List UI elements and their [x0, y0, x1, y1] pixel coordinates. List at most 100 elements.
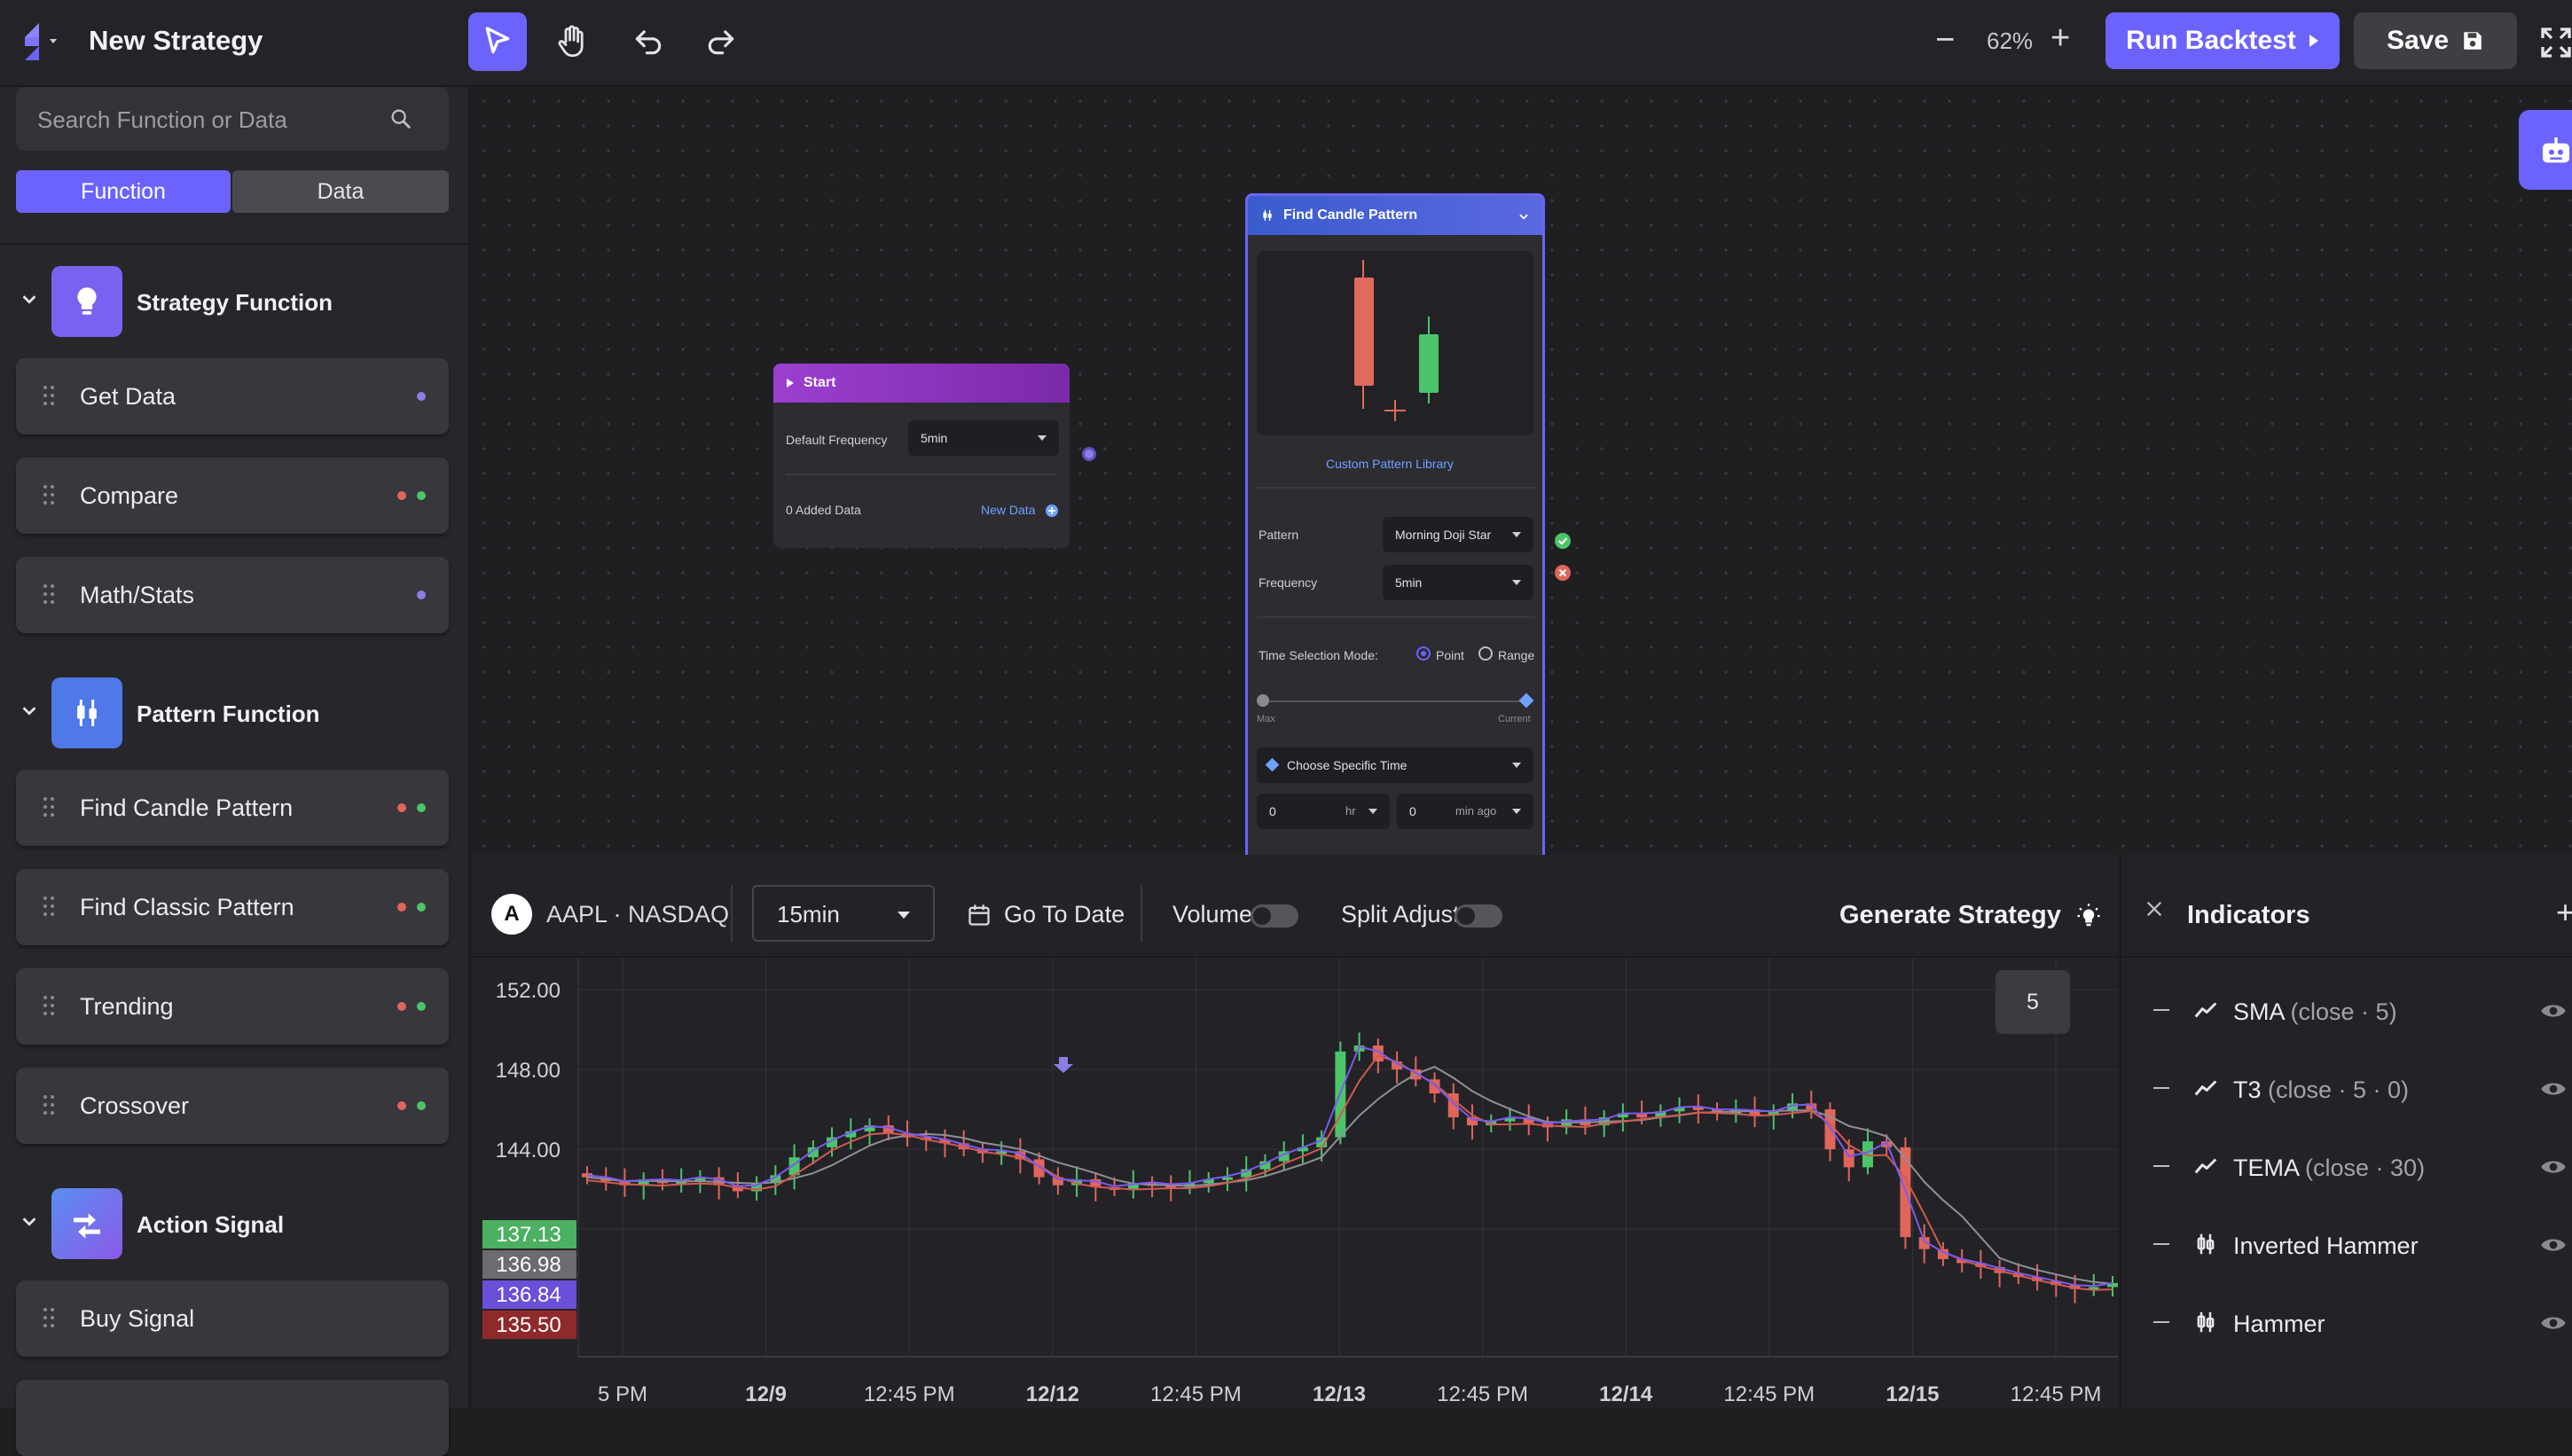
- sidebar-item-compare[interactable]: Compare: [16, 458, 449, 534]
- indicator-row[interactable]: SMA (close · 5): [2121, 984, 2572, 1037]
- indicator-row[interactable]: TEMA (close · 30): [2121, 1140, 2572, 1194]
- pattern-select[interactable]: Morning Doji Star: [1383, 517, 1533, 552]
- split-adjust-toggle[interactable]: [1455, 904, 1502, 928]
- swap-arrows-icon: [51, 1188, 122, 1259]
- hours-input[interactable]: 0 hr: [1257, 794, 1390, 829]
- fullscreen-icon[interactable]: [2538, 25, 2572, 60]
- eye-icon[interactable]: [2540, 1000, 2567, 1022]
- zoom-out-button[interactable]: −: [1935, 21, 1955, 59]
- start-node[interactable]: Start Default Frequency 5min 0 Added Dat…: [773, 364, 1070, 548]
- slider-handle-max[interactable]: [1518, 693, 1534, 708]
- select-tool-button[interactable]: [468, 12, 527, 71]
- undo-button[interactable]: [619, 12, 678, 71]
- chart-panel: A AAPL · NASDAQ 15min Go To Date Volume …: [472, 855, 2118, 1408]
- slider-min-label: Max: [1257, 714, 1275, 724]
- assistant-bot-button[interactable]: [2519, 110, 2572, 190]
- indicator-row[interactable]: Inverted Hammer: [2121, 1218, 2572, 1272]
- default-frequency-select[interactable]: 5min: [908, 420, 1059, 456]
- tab-data[interactable]: Data: [232, 170, 449, 213]
- candlestick-icon: [51, 677, 122, 748]
- eye-icon[interactable]: [2540, 1156, 2567, 1178]
- close-icon[interactable]: [2145, 899, 2164, 919]
- check-circle-icon[interactable]: [1554, 532, 1572, 550]
- remove-indicator-button[interactable]: [2153, 1009, 2169, 1011]
- save-button[interactable]: Save: [2354, 12, 2517, 69]
- symbol-avatar[interactable]: A: [491, 894, 532, 935]
- remove-indicator-button[interactable]: [2153, 1243, 2169, 1245]
- x-tick-label: 12/12: [1026, 1382, 1079, 1406]
- symbol-label[interactable]: AAPL · NASDAQ: [546, 901, 729, 928]
- add-indicator-button[interactable]: +: [2556, 894, 2572, 931]
- indicator-row[interactable]: Hammer: [2121, 1296, 2572, 1350]
- frequency-label: Frequency: [1259, 575, 1318, 590]
- pattern-node-title: Find Candle Pattern: [1283, 207, 1418, 223]
- remove-indicator-button[interactable]: [2153, 1087, 2169, 1089]
- sidebar-item-math-stats[interactable]: Math/Stats: [16, 557, 449, 633]
- item-label: Math/Stats: [80, 582, 195, 608]
- volume-toggle[interactable]: [1251, 904, 1298, 928]
- indicator-row[interactable]: T3 (close · 5 · 0): [2121, 1062, 2572, 1115]
- slider-handle-min[interactable]: [1257, 694, 1269, 707]
- custom-pattern-library-link[interactable]: Custom Pattern Library: [1326, 457, 1454, 471]
- port-dot: [417, 1101, 426, 1110]
- generate-strategy-button[interactable]: Generate Strategy: [1839, 901, 2102, 930]
- pan-tool-button[interactable]: [543, 12, 601, 71]
- eye-icon[interactable]: [2540, 1078, 2567, 1100]
- sidebar-item-find-classic-pattern[interactable]: Find Classic Pattern: [16, 869, 449, 945]
- eye-icon[interactable]: [2540, 1234, 2567, 1256]
- new-data-link[interactable]: New Data: [981, 503, 1035, 517]
- choose-specific-time-select[interactable]: Choose Specific Time: [1257, 748, 1533, 783]
- zoom-in-button[interactable]: +: [2051, 20, 2070, 58]
- sidebar-item-partial[interactable]: [16, 1380, 449, 1456]
- search-input[interactable]: Search Function or Data: [16, 87, 449, 151]
- find-candle-pattern-node[interactable]: Find Candle Pattern Custom Pattern Libra…: [1245, 193, 1545, 855]
- x-circle-icon[interactable]: [1554, 564, 1572, 582]
- sidebar-item-find-candle-pattern[interactable]: Find Candle Pattern: [16, 770, 449, 846]
- x-tick-label: 12/15: [1886, 1382, 1939, 1406]
- sidebar-item-trending[interactable]: Trending: [16, 968, 449, 1045]
- robot-icon: [2543, 137, 2569, 163]
- price-chart[interactable]: 152.00148.00144.00140.005 PM12/912:45 PM…: [472, 958, 2118, 1408]
- group-strategy-function[interactable]: Strategy Function: [0, 266, 470, 337]
- remove-indicator-button[interactable]: [2153, 1321, 2169, 1323]
- eye-icon[interactable]: [2540, 1312, 2567, 1334]
- redo-button[interactable]: [692, 12, 750, 71]
- run-backtest-button[interactable]: Run Backtest: [2105, 12, 2340, 69]
- item-label: Get Data: [80, 383, 176, 410]
- remove-indicator-button[interactable]: [2153, 1165, 2169, 1167]
- pattern-preview-chart: [1354, 260, 1439, 421]
- diamond-icon: [1265, 757, 1280, 772]
- strategy-title[interactable]: New Strategy: [89, 25, 263, 57]
- add-circle-icon[interactable]: [1045, 504, 1059, 518]
- timeframe-value: 15min: [777, 901, 840, 928]
- minutes-input[interactable]: 0 min ago: [1397, 794, 1533, 829]
- point-radio[interactable]: [1416, 646, 1431, 661]
- app-logo-icon[interactable]: [21, 20, 62, 66]
- start-output-port[interactable]: [1082, 447, 1096, 461]
- indicators-panel: Indicators + SMA (close · 5) T3 (close · …: [2120, 855, 2572, 1408]
- group-label: Pattern Function: [137, 701, 320, 727]
- x-tick-label: 12:45 PM: [2011, 1382, 2102, 1406]
- top-bar: New Strategy − 62% + Run Backtest Save: [0, 0, 2572, 87]
- function-sidebar: Search Function or Data Function Data St…: [0, 87, 470, 1456]
- frequency-select[interactable]: 5min: [1383, 565, 1533, 600]
- timeframe-select[interactable]: 15min: [752, 885, 935, 942]
- group-pattern-function[interactable]: Pattern Function: [0, 677, 470, 748]
- sidebar-item-crossover[interactable]: Crossover: [16, 1068, 449, 1144]
- go-to-date-button[interactable]: Go To Date: [967, 901, 1125, 928]
- run-backtest-label: Run Backtest: [2126, 26, 2296, 55]
- sidebar-item-buy-signal[interactable]: Buy Signal: [16, 1280, 449, 1357]
- start-node-header[interactable]: Start: [773, 364, 1070, 403]
- chevron-down-icon[interactable]: [1517, 210, 1530, 223]
- indicators-title: Indicators: [2187, 901, 2310, 929]
- group-action-signal[interactable]: Action Signal: [0, 1188, 470, 1259]
- sidebar-item-get-data[interactable]: Get Data: [16, 358, 449, 434]
- x-tick-label: 12:45 PM: [1723, 1382, 1815, 1406]
- tab-function[interactable]: Function: [16, 170, 231, 213]
- range-radio[interactable]: [1478, 646, 1493, 661]
- pattern-node-header[interactable]: Find Candle Pattern: [1248, 196, 1542, 235]
- signal-arrow-marker: [1054, 1057, 1073, 1073]
- time-slider-track[interactable]: [1262, 701, 1526, 702]
- frequency-value: 5min: [1395, 575, 1423, 590]
- go-to-date-label: Go To Date: [1004, 901, 1125, 928]
